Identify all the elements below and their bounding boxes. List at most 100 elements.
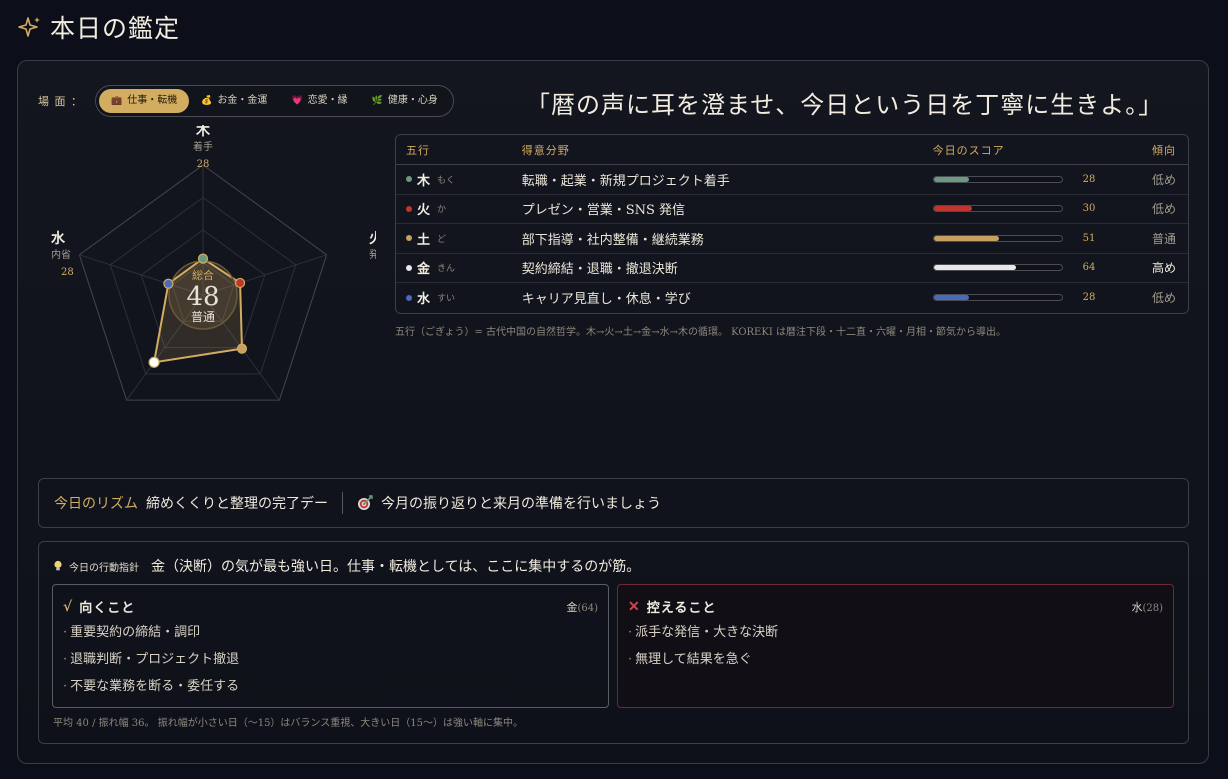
radar-axis-score: 28: [197, 159, 210, 170]
radar-axis-sub: 内省: [51, 248, 71, 261]
radar-point: [163, 278, 174, 289]
score-cell: 64: [932, 262, 1132, 274]
scene-label: 場 面 ：: [38, 95, 83, 108]
trend-cell: 低め: [1152, 291, 1177, 306]
element-kanji: 水: [417, 292, 431, 308]
element-cell: 木もく: [396, 170, 522, 189]
element-reading: もく: [437, 175, 456, 186]
radar-chart: 総合48普通木着手28火発信30土育成51金決断64水内省28: [51, 125, 376, 401]
dont-score: (28): [1142, 603, 1163, 614]
score-bar: [932, 294, 1063, 302]
radar-axis-sub: 発信: [369, 248, 376, 261]
list-item: · 無理して結果を急ぐ: [628, 652, 752, 667]
element-kanji: 土: [417, 232, 431, 248]
score-bar-fill: [933, 295, 970, 301]
tab-money[interactable]: 💰 お金・金運: [189, 89, 279, 113]
check-icon: √: [63, 598, 74, 615]
radar-axis-kanji: 水: [51, 230, 66, 247]
lightbulb-icon: [54, 560, 62, 571]
daily-quote: 「暦の声に耳を澄ませ、今日という日を丁寧に生きよ。」: [526, 91, 1164, 119]
page-title: 本日の鑑定: [50, 14, 181, 43]
overall-status: 普通: [191, 310, 215, 324]
element-cell: 水すい: [396, 288, 522, 307]
radar-axis-kanji: 火: [369, 231, 376, 247]
heart-icon: 💗: [291, 96, 303, 106]
rhythm-divider: [342, 492, 343, 514]
list-item: · 不要な業務を断る・委任する: [63, 679, 240, 694]
trend-cell: 高め: [1152, 261, 1177, 276]
target-icon: [358, 495, 373, 510]
do-meta: 金(64): [566, 599, 598, 615]
trend-cell: 普通: [1152, 231, 1177, 246]
score-cell: 51: [932, 232, 1132, 244]
score-value: 64: [1082, 262, 1096, 274]
score-value: 30: [1082, 203, 1096, 215]
field-cell: 部下指導・社内整備・継続業務: [521, 232, 704, 248]
table-row: 金きん 契約締結・退職・撤退決断 64 高め: [396, 254, 1188, 283]
field-cell: 契約締結・退職・撤退決断: [521, 262, 678, 278]
score-bar: [932, 234, 1063, 242]
element-reading: か: [437, 205, 447, 216]
guidance-label: 今日の行動指針: [69, 562, 139, 574]
guidance-header: 今日の行動指針 金（決断）の気が最も強い日。仕事・転機としては、ここに集中するの…: [53, 556, 640, 576]
tab-health[interactable]: 🌿 健康・心身: [360, 89, 450, 113]
element-table: 五行 得意分野 今日のスコア 傾向 木もく 転職・起業・新規プロジェクト着手 28 低…: [395, 134, 1189, 314]
score-value: 51: [1082, 232, 1096, 244]
element-kanji: 火: [417, 203, 431, 219]
do-list: · 重要契約の締結・調印 · 退職判断・プロジェクト撤退 · 不要な業務を断る・委任す…: [63, 623, 239, 704]
scene-tabs: 💼 仕事・転機 💰 お金・金運 💗 恋愛・縁 🌿 健康・心身: [95, 85, 454, 117]
radar-point: [148, 356, 160, 368]
header-field: 得意分野: [521, 143, 570, 157]
element-dot: [406, 294, 412, 301]
rhythm-text: 締めくくりと整理の完了デー: [146, 496, 328, 512]
element-kanji: 金: [417, 262, 431, 278]
tab-love[interactable]: 💗 恋愛・縁: [279, 89, 359, 113]
radar-point: [197, 253, 209, 264]
header-trend: 傾向: [1152, 143, 1177, 157]
table-row: 火かプレゼン・営業・SNS 発信 30 低め: [396, 195, 1188, 224]
do-header: √ 向くこと: [63, 597, 136, 617]
score-bar: [932, 264, 1063, 272]
list-item: · 重要契約の締結・調印: [63, 625, 201, 640]
table-header: 五行 得意分野 今日のスコア 傾向: [396, 135, 1188, 165]
element-dot: [406, 205, 412, 212]
radar-axis-kanji: 木: [195, 125, 211, 139]
tab-work[interactable]: 💼 仕事・転機: [99, 89, 190, 113]
sparkle-icon: [18, 17, 40, 37]
tab-label: お金・金運: [217, 95, 268, 106]
cross-icon: ✕: [628, 598, 641, 615]
do-title: 向くこと: [79, 601, 136, 616]
tab-label: 仕事・転機: [127, 95, 178, 106]
do-score: (64): [577, 603, 598, 614]
score-bar: [932, 205, 1063, 213]
dont-title: 控えること: [646, 601, 717, 616]
radar-point: [234, 277, 246, 289]
field-cell: プレゼン・営業・SNS 発信: [521, 203, 686, 219]
fortune-panel: 場 面 ： 💼 仕事・転機 💰 お金・金運 💗 恋愛・縁 🌿 健康・心身 総合 4…: [17, 60, 1209, 764]
element-cell: 金きん: [396, 258, 522, 277]
dont-header: ✕ 控えること: [628, 597, 717, 617]
score-bar-fill: [933, 206, 973, 212]
briefcase-icon: 💼: [111, 96, 123, 106]
guidance-text: 金（決断）の気が最も強い日。仕事・転機としては、ここに集中するのが筋。: [151, 559, 641, 575]
daily-rhythm: 今日のリズム 締めくくりと整理の完了デー 今月の振り返りと来月の準備を行いましょ…: [38, 478, 1189, 528]
element-kanji: 木: [417, 173, 431, 189]
score-cell: 30: [932, 203, 1132, 215]
table-row: 土ど部下指導・社内整備・継続業務 51 普通: [396, 224, 1188, 254]
field-cell: 転職・起業・新規プロジェクト着手: [521, 173, 730, 189]
score-cell: 28: [932, 174, 1132, 185]
leaf-icon: 🌿: [371, 96, 383, 106]
score-bar-fill: [933, 235, 999, 241]
list-item: · 派手な発信・大きな決断: [628, 625, 779, 640]
trend-cell: 低め: [1152, 172, 1177, 187]
score-bar: [932, 175, 1063, 183]
radar-axis-sub: 着手: [193, 140, 213, 153]
table-row: 水すい キャリア見直し・休息・学び 28 低め: [396, 283, 1188, 313]
element-cell: 火か: [396, 199, 522, 218]
rhythm-goal: 今月の振り返りと来月の準備を行いましょう: [381, 496, 661, 512]
element-dot: [406, 176, 412, 183]
radar-axis-score: 28: [61, 267, 74, 278]
score-value: 28: [1082, 292, 1096, 304]
page-header: 本日の鑑定: [18, 10, 180, 44]
element-reading: すい: [437, 294, 456, 305]
